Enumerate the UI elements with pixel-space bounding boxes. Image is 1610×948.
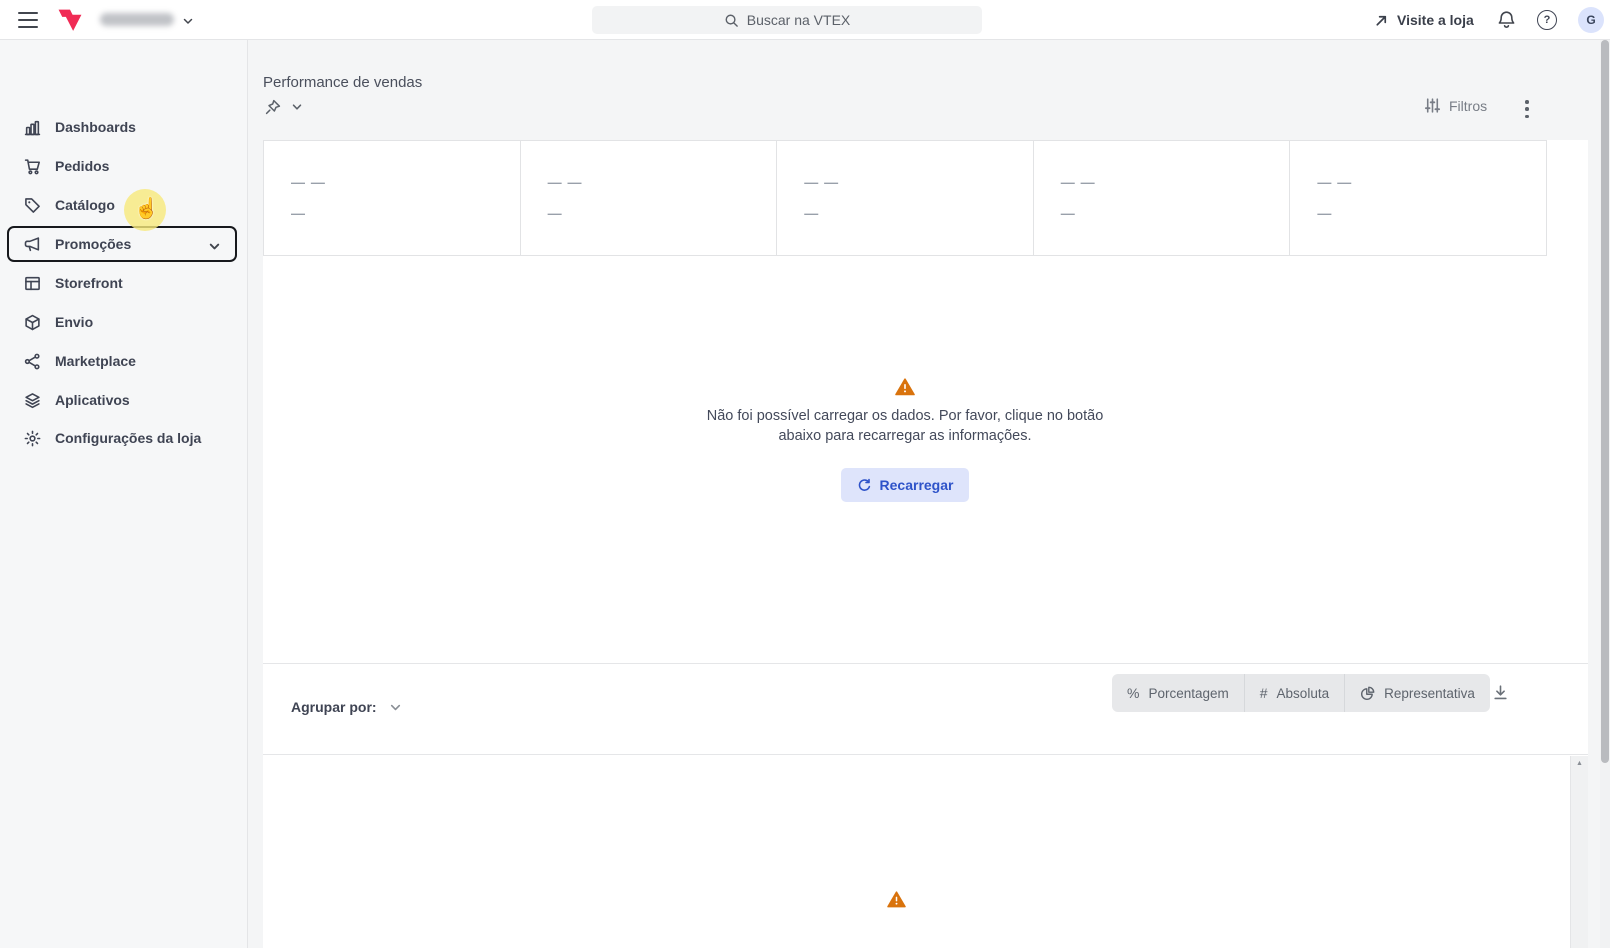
filters-button[interactable]: Filtros: [1424, 97, 1487, 114]
vtex-logo-icon: [57, 8, 83, 32]
sidebar: Dashboards Pedidos Catálogo Promoções St…: [0, 40, 248, 948]
help-icon[interactable]: ?: [1537, 10, 1557, 30]
gear-icon: [24, 430, 41, 447]
sidebar-item-aplicativos[interactable]: Aplicativos: [0, 382, 248, 418]
dashboard-panel: — — — — — — — — — — — — — — — Não foi po…: [263, 140, 1588, 948]
download-icon[interactable]: [1492, 684, 1509, 701]
reload-button[interactable]: Recarregar: [841, 468, 970, 502]
filters-label: Filtros: [1449, 98, 1487, 114]
stat-cards-row: — — — — — — — — — — — — — — —: [263, 140, 1547, 256]
kebab-menu-icon[interactable]: [1521, 99, 1533, 119]
sidebar-item-configuracoes[interactable]: Configurações da loja: [0, 420, 248, 456]
view-mode-segmented-control: % Porcentagem # Absoluta Representativa: [1112, 674, 1490, 712]
search-placeholder: Buscar na VTEX: [747, 12, 851, 28]
megaphone-icon: [24, 236, 41, 253]
group-by-label: Agrupar por:: [291, 699, 377, 715]
scroll-up-arrow-icon[interactable]: ▲: [1571, 760, 1588, 767]
external-arrow-icon: [1374, 13, 1389, 28]
sidebar-item-catalogo[interactable]: Catálogo: [0, 187, 248, 223]
pin-icon: [265, 99, 281, 115]
notifications-bell-icon[interactable]: [1497, 10, 1516, 30]
stat-card: — — —: [1289, 141, 1546, 255]
tag-icon: [24, 197, 41, 214]
hamburger-menu-icon[interactable]: [18, 12, 38, 28]
layers-icon: [24, 392, 41, 409]
cart-icon: [24, 158, 41, 175]
percent-icon: %: [1127, 685, 1139, 701]
refresh-icon: [857, 478, 872, 493]
view-porcentagem-button[interactable]: % Porcentagem: [1112, 674, 1244, 712]
reload-label: Recarregar: [880, 477, 954, 493]
sidebar-item-marketplace[interactable]: Marketplace: [0, 343, 248, 379]
sidebar-item-promocoes[interactable]: Promoções: [7, 226, 237, 262]
stat-card: — — —: [520, 141, 777, 255]
visit-store-label: Visite a loja: [1397, 12, 1474, 28]
page-title: Performance de vendas: [263, 74, 422, 91]
page-scrollbar[interactable]: [1600, 40, 1610, 948]
chart-toolbar: Agrupar por: % Porcentagem # Absoluta Re…: [263, 663, 1588, 755]
hash-icon: #: [1260, 685, 1268, 701]
visit-store-link[interactable]: Visite a loja: [1374, 0, 1474, 40]
inner-scrollbar[interactable]: ▲: [1570, 756, 1588, 948]
chart-area: ▲: [263, 755, 1588, 948]
view-absoluta-button[interactable]: # Absoluta: [1244, 674, 1344, 712]
sidebar-item-dashboards[interactable]: Dashboards: [0, 109, 248, 145]
topbar: Buscar na VTEX Visite a loja ? G: [0, 0, 1610, 40]
pin-chevron-down-icon: [291, 101, 303, 113]
group-by-dropdown[interactable]: Agrupar por:: [291, 699, 402, 715]
warning-triangle-icon: [887, 891, 906, 908]
sliders-icon: [1424, 97, 1441, 114]
global-search-input[interactable]: Buscar na VTEX: [592, 6, 982, 34]
sidebar-item-storefront[interactable]: Storefront: [0, 265, 248, 301]
storefront-icon: [24, 275, 41, 292]
user-avatar[interactable]: G: [1578, 7, 1604, 33]
pin-controls[interactable]: [265, 99, 303, 115]
bar-chart-icon: [24, 119, 41, 136]
group-by-chevron-down-icon: [389, 701, 402, 714]
chevron-down-icon: [208, 240, 221, 253]
pie-chart-icon: [1360, 686, 1375, 701]
store-name-blurred[interactable]: [100, 13, 174, 26]
account-chevron-down-icon[interactable]: [182, 15, 194, 27]
sidebar-item-envio[interactable]: Envio: [0, 304, 248, 340]
share-nodes-icon: [24, 353, 41, 370]
stat-card: — — —: [1033, 141, 1290, 255]
view-representativa-button[interactable]: Representativa: [1344, 674, 1490, 712]
stat-card: — — —: [264, 141, 520, 255]
package-icon: [24, 314, 41, 331]
stat-card: — — —: [776, 141, 1033, 255]
sidebar-item-pedidos[interactable]: Pedidos: [0, 148, 248, 184]
page-scrollbar-thumb[interactable]: [1601, 40, 1609, 763]
warning-triangle-icon: [895, 378, 915, 396]
error-message: Não foi possível carregar os dados. Por …: [707, 406, 1104, 446]
error-state: Não foi possível carregar os dados. Por …: [263, 256, 1547, 663]
search-icon: [724, 13, 739, 28]
